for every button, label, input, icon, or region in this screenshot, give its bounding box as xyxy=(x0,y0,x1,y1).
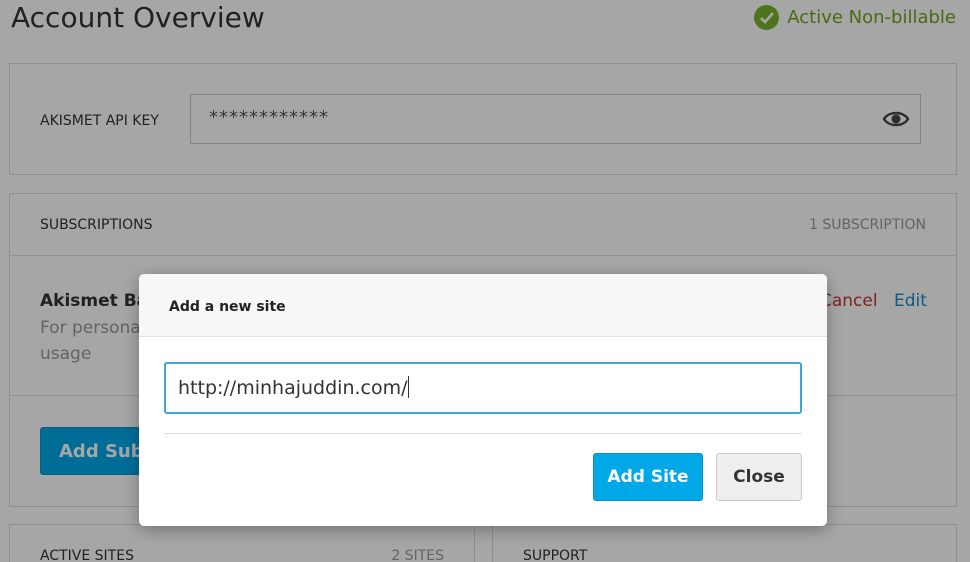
site-url-input[interactable]: http://minhajuddin.com/ xyxy=(164,362,802,414)
site-url-value: http://minhajuddin.com/ xyxy=(178,377,408,399)
dialog-divider xyxy=(164,433,802,434)
add-site-button[interactable]: Add Site xyxy=(593,453,703,501)
close-button[interactable]: Close xyxy=(716,453,802,501)
dialog-title: Add a new site xyxy=(169,299,286,315)
add-site-dialog: Add a new site http://minhajuddin.com/ A… xyxy=(139,274,827,526)
dialog-header: Add a new site xyxy=(139,274,827,337)
text-caret xyxy=(407,376,409,398)
